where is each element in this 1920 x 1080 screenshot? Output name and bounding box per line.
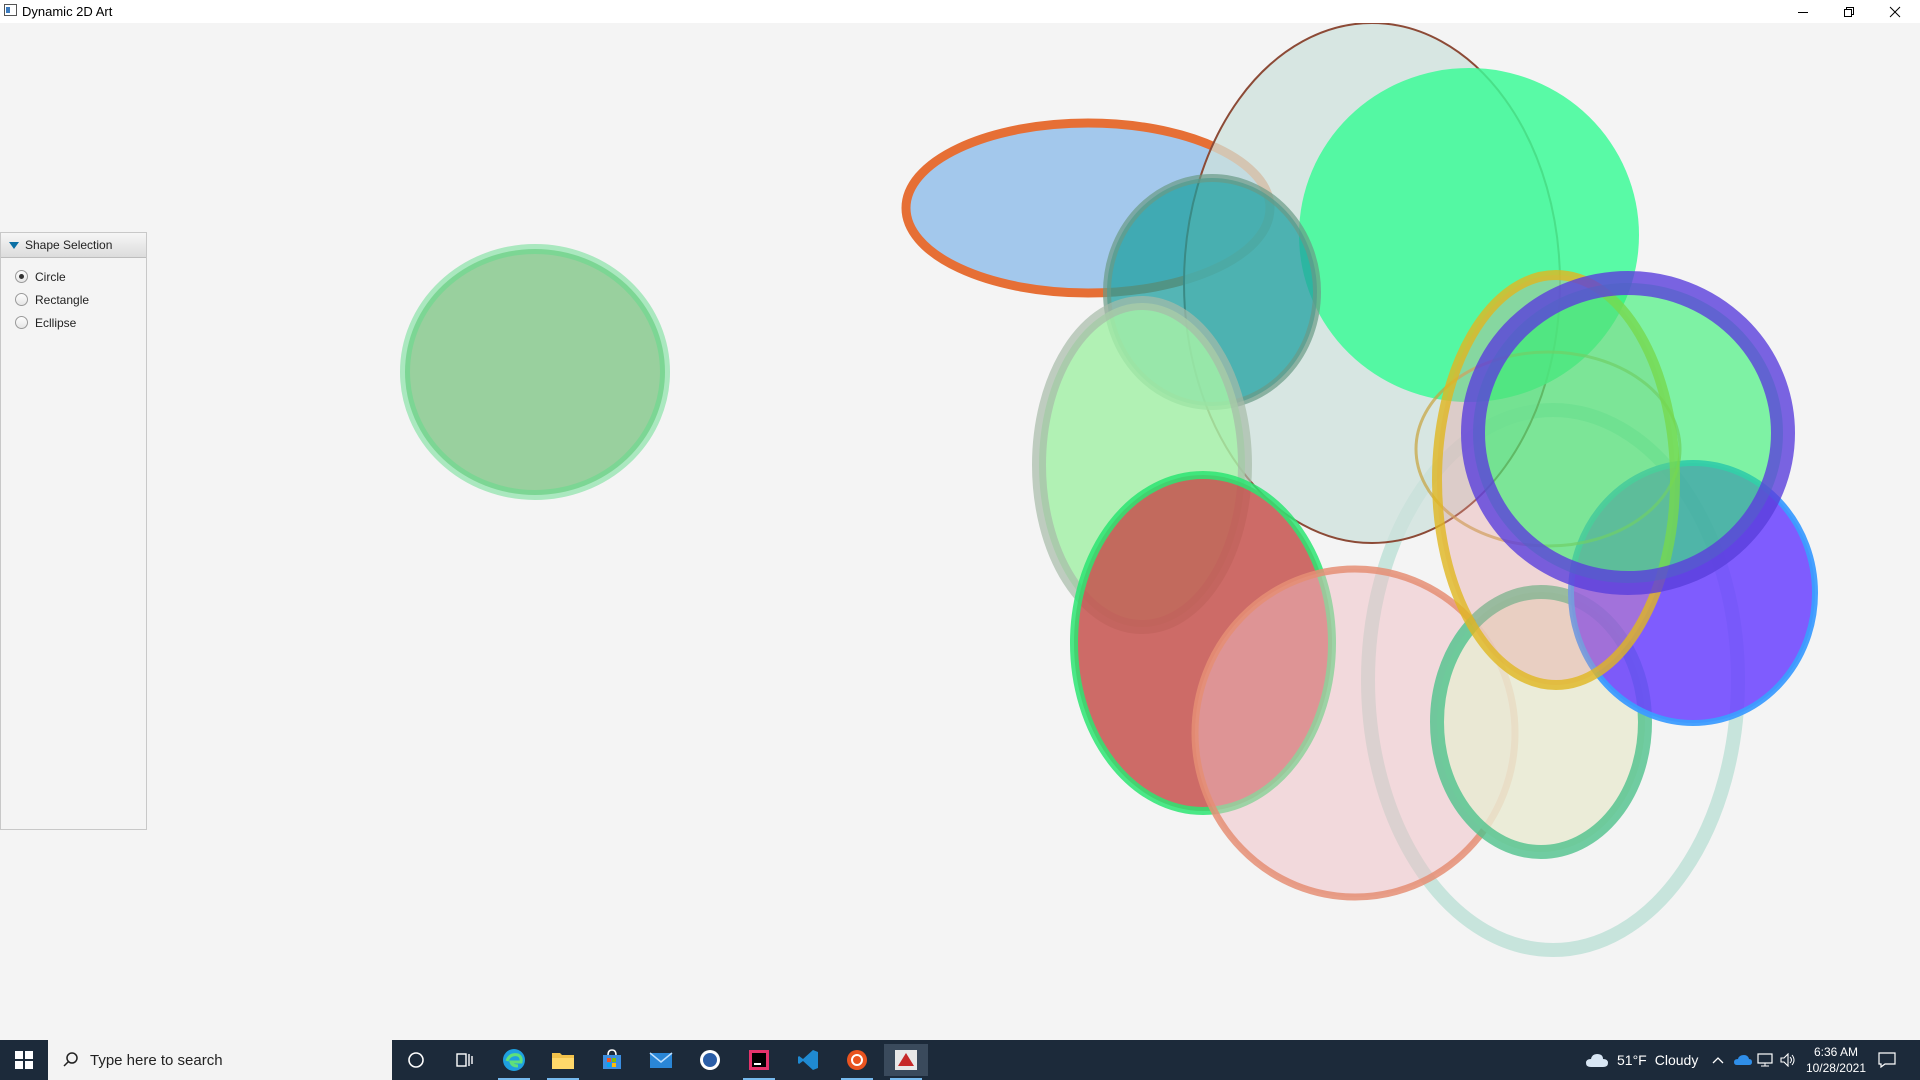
ubuntu-button[interactable] [835, 1044, 879, 1080]
intellij-button[interactable] [737, 1044, 781, 1080]
notifications-button[interactable] [1878, 1040, 1896, 1080]
search-box[interactable]: Type here to search [48, 1040, 392, 1080]
vscode-button[interactable] [786, 1044, 830, 1076]
cloud-icon [1586, 1054, 1608, 1067]
shape-ellipse [400, 244, 670, 500]
show-hidden-icons-button[interactable] [1712, 1040, 1724, 1080]
store-icon [603, 1049, 621, 1069]
chevron-up-icon [1712, 1057, 1724, 1064]
store-button[interactable] [590, 1044, 634, 1076]
ubuntu-icon [847, 1050, 867, 1070]
file-explorer-button[interactable] [541, 1044, 585, 1080]
radio-circle[interactable]: Circle [1, 265, 146, 288]
cortana-icon [408, 1052, 424, 1068]
clock-time: 6:36 AM [1813, 1045, 1858, 1059]
onedrive-button[interactable] [1734, 1040, 1752, 1080]
task-view-button[interactable] [442, 1044, 486, 1076]
weather-temp: 51°F [1617, 1052, 1647, 1068]
vscode-icon [798, 1050, 818, 1070]
window-title: Dynamic 2D Art [22, 4, 113, 19]
start-button[interactable] [0, 1040, 48, 1080]
close-button[interactable] [1872, 0, 1918, 23]
taskbar: Type here to search 51°F Cloudy 6:36 AM … [0, 1040, 1920, 1080]
app-icon [4, 4, 17, 16]
network-button[interactable] [1757, 1040, 1773, 1080]
volume-button[interactable] [1780, 1040, 1796, 1080]
restore-icon [1844, 6, 1854, 17]
cortana-button[interactable] [394, 1044, 438, 1076]
java-app-icon [895, 1050, 917, 1070]
radio-label: Ecllipse [35, 315, 77, 330]
art-shapes [400, 23, 1818, 957]
radio-rectangle[interactable]: Rectangle [1, 288, 146, 311]
onedrive-icon [1734, 1055, 1752, 1065]
panel-header[interactable]: Shape Selection [1, 233, 146, 258]
radio-button-icon[interactable] [15, 316, 28, 329]
edge-icon [503, 1049, 525, 1071]
word-icon [700, 1050, 720, 1070]
radio-label: Circle [35, 269, 66, 284]
windows-logo-icon [15, 1051, 33, 1069]
title-bar: Dynamic 2D Art [0, 0, 1920, 23]
mail-button[interactable] [639, 1044, 683, 1076]
minimize-icon [1798, 11, 1808, 13]
clock-date: 10/28/2021 [1805, 1061, 1866, 1075]
mail-icon [649, 1052, 673, 1068]
notification-icon [1878, 1052, 1896, 1068]
edge-button[interactable] [492, 1044, 536, 1080]
weather-widget[interactable]: 51°F Cloudy [1585, 1040, 1698, 1080]
word-button[interactable] [688, 1044, 732, 1076]
radio-label: Rectangle [35, 292, 90, 307]
drawing-canvas[interactable] [0, 23, 1920, 1040]
radio-button-icon[interactable] [15, 293, 28, 306]
file-explorer-icon [552, 1053, 574, 1069]
close-icon [1889, 6, 1901, 17]
shape-selection-panel: Shape Selection Circle Rectangle Ecllips… [0, 232, 147, 830]
radio-ellipse[interactable]: Ecllipse [1, 311, 146, 334]
radio-button-icon[interactable] [15, 270, 28, 283]
clock[interactable]: 6:36 AM 10/28/2021 [1806, 1044, 1866, 1076]
shape-ellipse [1461, 271, 1795, 595]
restore-button[interactable] [1826, 0, 1872, 23]
search-placeholder: Type here to search [90, 1051, 223, 1069]
intellij-icon [749, 1050, 769, 1070]
network-icon [1757, 1053, 1773, 1067]
volume-icon [1780, 1053, 1795, 1067]
panel-title: Shape Selection [25, 238, 113, 252]
java-app-button[interactable] [884, 1044, 928, 1080]
task-view-icon [456, 1053, 473, 1067]
minimize-button[interactable] [1780, 0, 1826, 23]
collapse-arrow-icon[interactable] [9, 241, 19, 249]
weather-condition: Cloudy [1654, 1052, 1699, 1068]
search-icon [63, 1052, 78, 1067]
